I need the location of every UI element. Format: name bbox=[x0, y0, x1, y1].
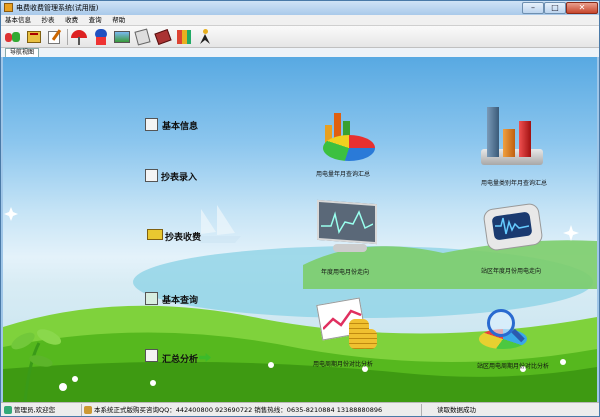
caption-station-period-compare[interactable]: 站区用电周期月份对比分析 bbox=[477, 361, 549, 370]
minimize-button[interactable]: – bbox=[522, 2, 544, 14]
money-icon[interactable] bbox=[147, 229, 163, 240]
nav-meter-fee[interactable]: 抄表收费 bbox=[165, 230, 201, 243]
user-icon bbox=[4, 406, 12, 414]
status-contact: 本系统正式版购买咨询QQ：442400800 923690722 销售热线：06… bbox=[94, 406, 383, 414]
3d-bar-chart-icon[interactable] bbox=[479, 105, 545, 169]
write-icon[interactable] bbox=[46, 28, 64, 46]
nav-summary[interactable]: 汇总分析 bbox=[162, 352, 198, 365]
app-icon bbox=[4, 3, 13, 12]
toolbar bbox=[1, 26, 599, 48]
nav-basic-info[interactable]: 基本信息 bbox=[162, 119, 198, 132]
binder-icon[interactable] bbox=[175, 28, 193, 46]
monitor-trend-icon[interactable] bbox=[315, 199, 381, 254]
status-divider bbox=[81, 404, 82, 416]
maximize-button[interactable]: □ bbox=[544, 2, 566, 14]
book-stack-icon[interactable] bbox=[154, 28, 172, 46]
notebook-icon[interactable] bbox=[134, 28, 152, 46]
status-bar: 管理员,欢迎您 本系统正式版购买咨询QQ：442400800 923690722… bbox=[1, 402, 599, 416]
tab-strip: 导航视图 bbox=[1, 48, 599, 57]
book-icon[interactable] bbox=[25, 28, 43, 46]
tab-navigation-view[interactable]: 导航视图 bbox=[5, 48, 40, 57]
toolbar-separator bbox=[67, 29, 68, 45]
summary-icon[interactable] bbox=[145, 349, 158, 362]
basic-info-icon[interactable] bbox=[145, 118, 158, 131]
meter-input-icon[interactable] bbox=[145, 169, 158, 182]
magnifier-chart-icon[interactable] bbox=[477, 309, 535, 353]
info-icon bbox=[84, 406, 92, 414]
window-title: 电费收费管理系统(试用版) bbox=[16, 4, 99, 12]
caption-category-usage[interactable]: 用电量类别年月查询汇总 bbox=[481, 178, 547, 187]
status-divider bbox=[421, 404, 422, 416]
runner-icon[interactable] bbox=[196, 28, 214, 46]
users-icon[interactable] bbox=[4, 28, 22, 46]
cartoon-icon[interactable] bbox=[92, 28, 110, 46]
umbrella-icon[interactable] bbox=[70, 28, 88, 46]
coins-chart-icon[interactable] bbox=[315, 297, 381, 353]
status-data: 读取数据成功 bbox=[437, 406, 476, 414]
picture-icon[interactable] bbox=[113, 28, 131, 46]
menu-basic-info[interactable]: 基本信息 bbox=[1, 15, 35, 26]
menu-help[interactable]: 帮助 bbox=[108, 15, 129, 26]
title-bar: 电费收费管理系统(试用版) – □ ✕ bbox=[1, 1, 599, 15]
close-button[interactable]: ✕ bbox=[566, 2, 598, 14]
navigation-view: 基本信息 抄表录入 抄表收费 基本查询 汇总分析 用电量年月查询汇总 用电量类别… bbox=[3, 57, 597, 402]
caption-station-trend[interactable]: 站区年度月份用电走向 bbox=[481, 266, 541, 275]
nav-meter-input[interactable]: 抄表录入 bbox=[161, 170, 197, 183]
caption-annual-trend[interactable]: 年度用电月份走向 bbox=[321, 267, 369, 276]
basic-query-icon[interactable] bbox=[145, 292, 158, 305]
menu-fee[interactable]: 收费 bbox=[61, 15, 82, 26]
bar-pie-chart-icon[interactable] bbox=[321, 107, 377, 163]
caption-monthly-usage[interactable]: 用电量年月查询汇总 bbox=[316, 169, 370, 178]
waveform-display-icon[interactable] bbox=[482, 202, 545, 254]
status-user: 管理员,欢迎您 bbox=[14, 406, 56, 414]
menu-query[interactable]: 查询 bbox=[85, 15, 106, 26]
app-window: 电费收费管理系统(试用版) – □ ✕ 基本信息 抄表 收费 查询 帮助 导航视… bbox=[0, 0, 600, 417]
nav-basic-query[interactable]: 基本查询 bbox=[162, 293, 198, 306]
menu-bar: 基本信息 抄表 收费 查询 帮助 bbox=[1, 15, 599, 26]
menu-meter[interactable]: 抄表 bbox=[38, 15, 59, 26]
caption-period-compare[interactable]: 用电周期月份对比分析 bbox=[313, 359, 373, 368]
